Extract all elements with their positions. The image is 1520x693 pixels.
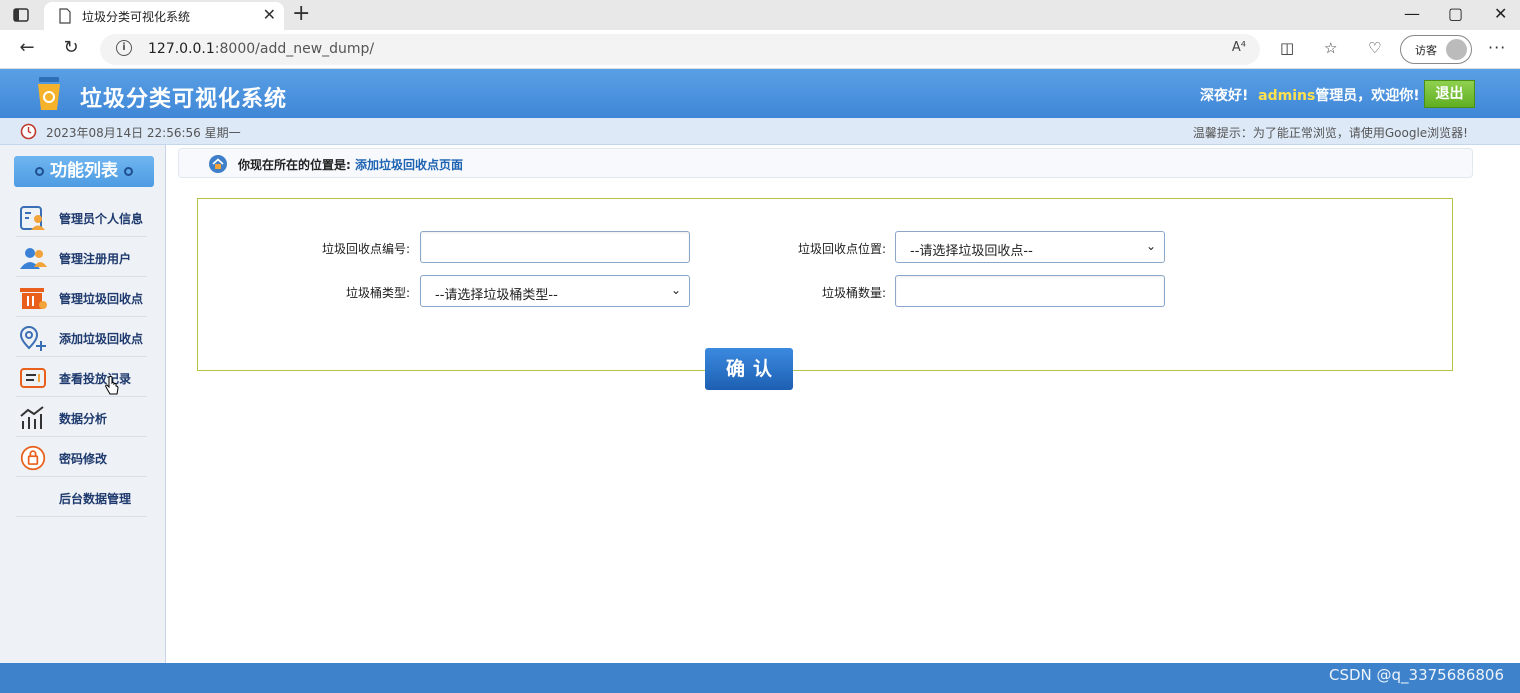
bullet-icon xyxy=(35,166,44,176)
tab-close-icon[interactable]: ✕ xyxy=(263,5,276,24)
sidebar-item-manage-points[interactable]: 管理垃圾回收点 xyxy=(16,277,147,317)
chart-icon xyxy=(20,406,44,429)
sidebar-item-label: 后台数据管理 xyxy=(59,492,132,506)
tab-title: 垃圾分类可视化系统 xyxy=(82,10,191,24)
restore-button[interactable]: ▢ xyxy=(1448,4,1463,23)
sidebar-item-label: 管理员个人信息 xyxy=(59,212,144,226)
bin-type-select[interactable]: --请选择垃圾桶类型-- ⌄ xyxy=(420,275,690,307)
sidebar-item-users[interactable]: 管理注册用户 xyxy=(16,237,147,277)
browser-tip: 温馨提示：为了能正常浏览，请使用Google浏览器! xyxy=(1192,126,1468,140)
favorites-icon[interactable]: ☆ xyxy=(1324,39,1337,57)
browser-toolbar: ← ↻ i 127.0.0.1:8000/add_new_dump/ A⁴ ◫ … xyxy=(0,30,1520,69)
url-text: 127.0.0.1:8000/add_new_dump/ xyxy=(148,41,374,57)
sidebar: 功能列表 管理员个人信息 管理注册用户 管理垃圾回收点 添加垃圾回收点 查看投放… xyxy=(0,145,166,663)
address-bar[interactable]: i 127.0.0.1:8000/add_new_dump/ A⁴ xyxy=(100,34,1260,65)
users-icon xyxy=(20,248,47,269)
watermark: CSDN @q_3375686806 xyxy=(1329,666,1504,684)
back-arrow-icon[interactable]: ← xyxy=(17,38,37,58)
minimize-button[interactable]: — xyxy=(1404,4,1420,23)
home-icon xyxy=(209,155,227,173)
browser-tab[interactable]: 垃圾分类可视化系统 ✕ xyxy=(44,2,284,30)
breadcrumb-prefix: 你现在所在的位置是: xyxy=(238,158,351,172)
profile-button[interactable]: 访客 xyxy=(1400,35,1472,64)
site-info-icon[interactable]: i xyxy=(116,40,132,56)
logout-button[interactable]: 退出 xyxy=(1424,80,1475,108)
app-header: 垃圾分类可视化系统 深夜好! admins管理员，欢迎你! 退出 xyxy=(0,69,1520,118)
add-location-icon xyxy=(19,325,46,351)
breadcrumb: 你现在所在的位置是: 添加垃圾回收点页面 xyxy=(178,148,1473,178)
footer: CSDN @q_3375686806 xyxy=(0,663,1520,693)
bullet-icon xyxy=(124,166,133,176)
sidebar-item-analysis[interactable]: 数据分析 xyxy=(16,397,147,437)
page-icon xyxy=(59,8,71,24)
info-bar: 2023年08月14日 22:56:56 星期一 温馨提示：为了能正常浏览，请使… xyxy=(0,118,1520,145)
admin-profile-icon xyxy=(20,206,45,230)
username: admins xyxy=(1258,88,1316,104)
trash-can-logo-icon xyxy=(38,77,60,110)
bin-count-label: 垃圾桶数量: xyxy=(821,286,886,300)
trash-manage-icon xyxy=(20,288,47,309)
breadcrumb-text: 你现在所在的位置是: 添加垃圾回收点页面 xyxy=(238,156,463,173)
sidebar-title: 功能列表 xyxy=(14,156,154,187)
browser-essentials-icon[interactable]: ♡ xyxy=(1368,39,1381,57)
bin-type-label: 垃圾桶类型: xyxy=(345,286,410,300)
sidebar-item-label: 管理注册用户 xyxy=(59,252,132,266)
clock-icon xyxy=(20,123,37,140)
point-id-input[interactable] xyxy=(420,231,690,263)
new-tab-button[interactable]: + xyxy=(292,2,310,26)
bin-count-input[interactable] xyxy=(895,275,1165,307)
bin-type-selected: --请选择垃圾桶类型-- xyxy=(435,288,558,303)
read-aloud-icon[interactable]: A⁴ xyxy=(1232,40,1246,55)
point-id-label: 垃圾回收点编号: xyxy=(321,242,410,256)
profile-label: 访客 xyxy=(1415,44,1437,57)
current-datetime: 2023年08月14日 22:56:56 星期一 xyxy=(46,126,241,140)
sidebar-item-records[interactable]: 查看投放记录 xyxy=(16,357,147,397)
breadcrumb-location[interactable]: 添加垃圾回收点页面 xyxy=(355,158,463,172)
browser-tabstrip: 垃圾分类可视化系统 ✕ + — ▢ ✕ xyxy=(0,0,1520,30)
greeting-suffix: 管理员，欢迎你! xyxy=(1315,88,1420,104)
sidebar-item-add-point[interactable]: 添加垃圾回收点 xyxy=(16,317,147,357)
avatar-icon xyxy=(1446,39,1467,60)
point-location-selected: --请选择垃圾回收点-- xyxy=(910,244,1033,259)
sidebar-item-label: 添加垃圾回收点 xyxy=(59,332,144,346)
point-location-label: 垃圾回收点位置: xyxy=(797,242,886,256)
sidebar-item-label: 数据分析 xyxy=(59,412,108,426)
point-location-select[interactable]: --请选择垃圾回收点-- ⌄ xyxy=(895,231,1165,263)
sidebar-item-admin-info[interactable]: 管理员个人信息 xyxy=(16,197,147,237)
sidebar-item-label: 密码修改 xyxy=(59,452,108,466)
lock-icon xyxy=(20,445,46,471)
confirm-button[interactable]: 确认 xyxy=(705,348,793,390)
url-path: :8000/add_new_dump/ xyxy=(214,41,375,57)
sidebar-item-backend[interactable]: 后台数据管理 xyxy=(16,477,147,517)
sidebar-toggle-icon[interactable] xyxy=(12,6,30,24)
add-point-form: 垃圾回收点编号: 垃圾回收点位置: --请选择垃圾回收点-- ⌄ 垃圾桶类型: … xyxy=(197,198,1453,371)
refresh-icon[interactable]: ↻ xyxy=(61,38,81,58)
chevron-down-icon: ⌄ xyxy=(670,283,681,297)
more-menu-icon[interactable]: ··· xyxy=(1488,38,1506,57)
split-screen-icon[interactable]: ◫ xyxy=(1280,39,1294,57)
url-host: 127.0.0.1 xyxy=(148,41,215,57)
greeting-prefix: 深夜好! xyxy=(1200,88,1249,104)
mouse-pointer-icon xyxy=(105,376,119,395)
app-title: 垃圾分类可视化系统 xyxy=(80,87,288,112)
window-close-button[interactable]: ✕ xyxy=(1494,4,1507,23)
records-icon xyxy=(20,368,46,388)
sidebar-title-text: 功能列表 xyxy=(50,161,118,181)
greeting: 深夜好! admins管理员，欢迎你! xyxy=(1200,85,1420,105)
chevron-down-icon: ⌄ xyxy=(1145,239,1156,253)
sidebar-item-password[interactable]: 密码修改 xyxy=(16,437,147,477)
sidebar-item-label: 查看投放记录 xyxy=(59,372,132,386)
sidebar-item-label: 管理垃圾回收点 xyxy=(59,292,144,306)
